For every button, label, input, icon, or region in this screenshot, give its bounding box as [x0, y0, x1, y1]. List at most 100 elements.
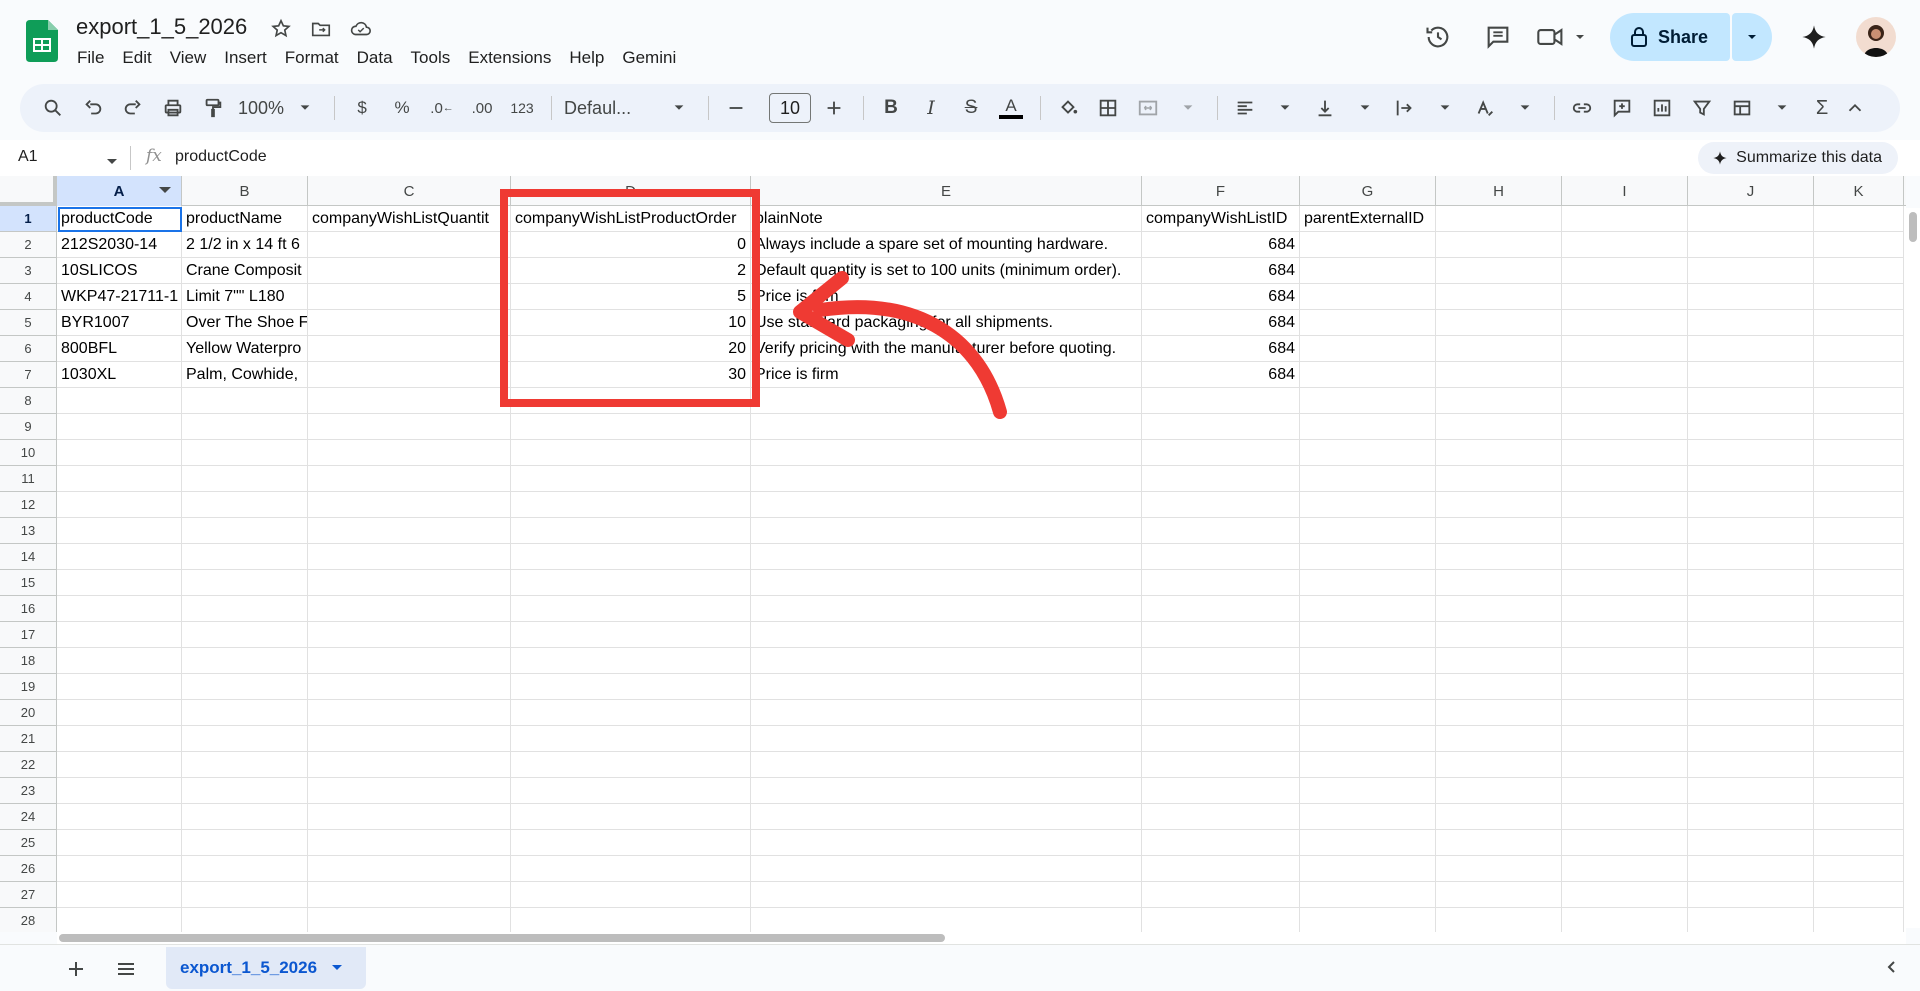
cell-f2[interactable]: 684: [1142, 232, 1299, 258]
row-header-10[interactable]: 10: [0, 440, 57, 466]
menu-format[interactable]: Format: [276, 46, 348, 70]
cell-f1[interactable]: companyWishListID: [1142, 206, 1299, 232]
redo-icon[interactable]: [118, 92, 148, 124]
cell-a6[interactable]: 800BFL: [57, 336, 181, 362]
row-header-23[interactable]: 23: [0, 778, 57, 804]
italic-icon[interactable]: I: [916, 92, 946, 124]
menu-insert[interactable]: Insert: [215, 46, 276, 70]
row-header-24[interactable]: 24: [0, 804, 57, 830]
comments-icon[interactable]: [1476, 15, 1520, 59]
cell-c1[interactable]: companyWishListQuantit: [308, 206, 510, 232]
menu-gemini[interactable]: Gemini: [613, 46, 685, 70]
row-header-15[interactable]: 15: [0, 570, 57, 596]
menu-help[interactable]: Help: [560, 46, 613, 70]
increase-decimal-button[interactable]: .00: [467, 92, 497, 124]
paint-format-icon[interactable]: [198, 92, 228, 124]
cell-a7[interactable]: 1030XL: [57, 362, 181, 388]
row-header-27[interactable]: 27: [0, 882, 57, 908]
column-header-a[interactable]: A: [57, 176, 182, 206]
row-header-21[interactable]: 21: [0, 726, 57, 752]
number-format-button[interactable]: 123: [507, 92, 537, 124]
cell-f7[interactable]: 684: [1142, 362, 1299, 388]
borders-icon[interactable]: [1093, 92, 1123, 124]
formula-input[interactable]: productCode: [175, 148, 267, 166]
row-header-12[interactable]: 12: [0, 492, 57, 518]
row-header-5[interactable]: 5: [0, 310, 57, 336]
cell-a2[interactable]: 212S2030-14: [57, 232, 181, 258]
row-header-22[interactable]: 22: [0, 752, 57, 778]
gemini-icon[interactable]: [1792, 15, 1836, 59]
column-header-g[interactable]: G: [1300, 176, 1436, 206]
filter-icon[interactable]: [1687, 92, 1717, 124]
collapse-toolbar-icon[interactable]: [1840, 92, 1870, 124]
chevron-down-icon[interactable]: [1270, 92, 1300, 124]
column-header-c[interactable]: C: [308, 176, 511, 206]
cell-b4[interactable]: Limit 7"" L180: [182, 284, 307, 310]
font-size-input[interactable]: 10: [769, 93, 812, 123]
row-header-11[interactable]: 11: [0, 466, 57, 492]
text-wrapping-icon[interactable]: [1390, 92, 1420, 124]
cell-f6[interactable]: 684: [1142, 336, 1299, 362]
meet-button[interactable]: [1536, 24, 1588, 50]
sheet-tab[interactable]: export_1_5_2026: [166, 947, 366, 989]
share-button[interactable]: Share: [1609, 13, 1730, 61]
column-header-e[interactable]: E: [751, 176, 1142, 206]
menu-tools[interactable]: Tools: [402, 46, 460, 70]
sheets-logo-icon[interactable]: [26, 20, 58, 62]
undo-icon[interactable]: [78, 92, 108, 124]
chevron-down-icon[interactable]: [664, 92, 694, 124]
select-all-corner[interactable]: [0, 176, 57, 206]
currency-format-button[interactable]: $: [347, 92, 377, 124]
cloud-status-icon[interactable]: [348, 16, 374, 42]
text-color-icon[interactable]: A: [996, 92, 1026, 124]
share-dropdown-button[interactable]: [1732, 13, 1772, 61]
column-header-b[interactable]: B: [182, 176, 308, 206]
star-icon[interactable]: [268, 16, 294, 42]
cell-b6[interactable]: Yellow Waterpro: [182, 336, 307, 362]
row-header-28[interactable]: 28: [0, 908, 57, 932]
chevron-down-icon[interactable]: [1767, 92, 1797, 124]
add-sheet-icon[interactable]: [62, 955, 90, 983]
cell-b7[interactable]: Palm, Cowhide,: [182, 362, 307, 388]
font-family-select[interactable]: Defaul...: [564, 98, 664, 119]
chevron-down-icon[interactable]: [1430, 92, 1460, 124]
version-history-icon[interactable]: [1416, 15, 1460, 59]
column-header-j[interactable]: J: [1688, 176, 1814, 206]
percent-format-button[interactable]: %: [387, 92, 417, 124]
cell-b5[interactable]: Over The Shoe F: [182, 310, 307, 336]
cell-a4[interactable]: WKP47-21711-1: [57, 284, 181, 310]
row-header-4[interactable]: 4: [0, 284, 57, 310]
row-header-3[interactable]: 3: [0, 258, 57, 284]
row-header-8[interactable]: 8: [0, 388, 57, 414]
column-header-f[interactable]: F: [1142, 176, 1300, 206]
insert-link-icon[interactable]: [1567, 92, 1597, 124]
table-view-icon[interactable]: [1727, 92, 1757, 124]
row-header-9[interactable]: 9: [0, 414, 57, 440]
chevron-down-icon[interactable]: [1173, 92, 1203, 124]
column-header-h[interactable]: H: [1436, 176, 1562, 206]
horizontal-align-icon[interactable]: [1230, 92, 1260, 124]
side-panel-toggle-icon[interactable]: [1884, 959, 1900, 980]
chevron-down-icon[interactable]: [290, 92, 320, 124]
increase-font-size-icon[interactable]: [819, 92, 849, 124]
row-header-14[interactable]: 14: [0, 544, 57, 570]
strikethrough-icon[interactable]: S: [956, 92, 986, 124]
column-menu-chevron-icon[interactable]: [159, 187, 171, 193]
row-header-13[interactable]: 13: [0, 518, 57, 544]
vertical-scroll-thumb[interactable]: [1909, 212, 1917, 242]
row-header-16[interactable]: 16: [0, 596, 57, 622]
cell-b3[interactable]: Crane Composit: [182, 258, 307, 284]
cell-g1[interactable]: parentExternalID: [1300, 206, 1435, 232]
cell-a5[interactable]: BYR1007: [57, 310, 181, 336]
row-header-1[interactable]: 1: [0, 206, 57, 232]
insert-chart-icon[interactable]: [1647, 92, 1677, 124]
zoom-select[interactable]: 100%: [238, 98, 284, 119]
cell-e1[interactable]: plainNote: [751, 206, 1141, 232]
text-rotation-icon[interactable]: [1470, 92, 1500, 124]
row-header-2[interactable]: 2: [0, 232, 57, 258]
row-header-26[interactable]: 26: [0, 856, 57, 882]
chevron-down-icon[interactable]: [106, 154, 118, 172]
avatar[interactable]: [1856, 17, 1896, 57]
column-header-k[interactable]: K: [1814, 176, 1904, 206]
search-menus-icon[interactable]: [38, 92, 68, 124]
